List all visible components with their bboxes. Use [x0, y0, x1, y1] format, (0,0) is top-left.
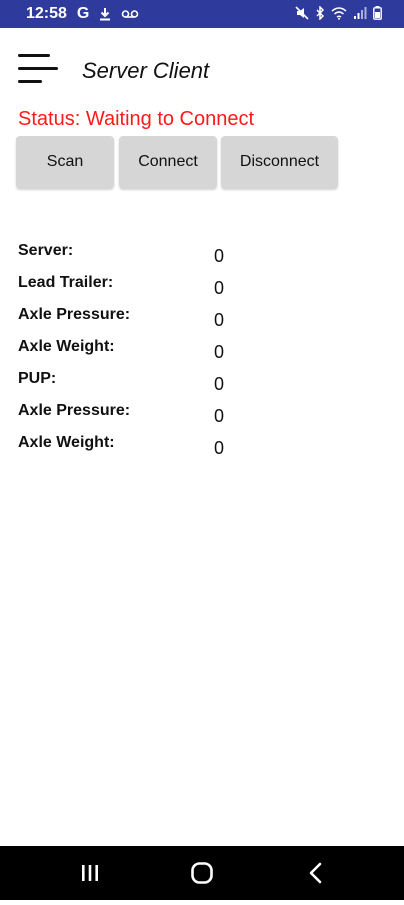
hamburger-menu-icon[interactable] [18, 54, 58, 86]
reading-value: 0 [214, 406, 225, 426]
reading-row: Lead Trailer: 0 [18, 272, 278, 304]
reading-value: 0 [214, 310, 225, 330]
reading-label: Axle Weight: [18, 338, 115, 355]
battery-icon [373, 6, 382, 20]
home-icon[interactable] [172, 846, 232, 900]
reading-value: 0 [214, 278, 225, 298]
reading-row: PUP: 0 [18, 368, 278, 400]
disconnect-button[interactable]: Disconnect [221, 136, 338, 188]
reading-value: 0 [214, 438, 225, 458]
voicemail-icon [122, 10, 139, 18]
recents-icon[interactable] [60, 846, 120, 900]
reading-label: Server: [18, 242, 74, 259]
reading-row: Axle Weight: 0 [18, 432, 278, 464]
reading-label: Lead Trailer: [18, 274, 114, 291]
navigation-bar [0, 846, 404, 900]
status-time: 12:58 [26, 5, 67, 22]
reading-row: Axle Pressure: 0 [18, 304, 278, 336]
reading-value: 0 [214, 246, 225, 266]
reading-label: Axle Weight: [18, 434, 115, 451]
reading-row: Axle Weight: 0 [18, 336, 278, 368]
readings-list: Server: 0 Lead Trailer: 0 Axle Pressure:… [18, 240, 278, 464]
google-icon: G [76, 5, 90, 22]
wifi-icon [331, 7, 347, 20]
scan-button[interactable]: Scan [16, 136, 114, 188]
status-bar: 12:58 G [0, 0, 404, 28]
page-title: Server Client [82, 58, 210, 83]
status-bar-right [295, 6, 382, 20]
reading-label: Axle Pressure: [18, 306, 131, 323]
connect-button[interactable]: Connect [119, 136, 217, 188]
reading-label: PUP: [18, 370, 57, 387]
reading-row: Axle Pressure: 0 [18, 400, 278, 432]
reading-row: Server: 0 [18, 240, 278, 272]
status-bar-left: 12:58 G [26, 5, 139, 23]
back-icon[interactable] [286, 846, 346, 900]
reading-value: 0 [214, 374, 225, 394]
connection-status: Status: Waiting to Connect [18, 108, 255, 130]
bluetooth-icon [316, 6, 325, 20]
reading-label: Axle Pressure: [18, 402, 131, 419]
download-icon [100, 8, 111, 21]
reading-value: 0 [214, 342, 225, 362]
signal-icon [354, 7, 367, 19]
mute-icon [295, 6, 309, 20]
